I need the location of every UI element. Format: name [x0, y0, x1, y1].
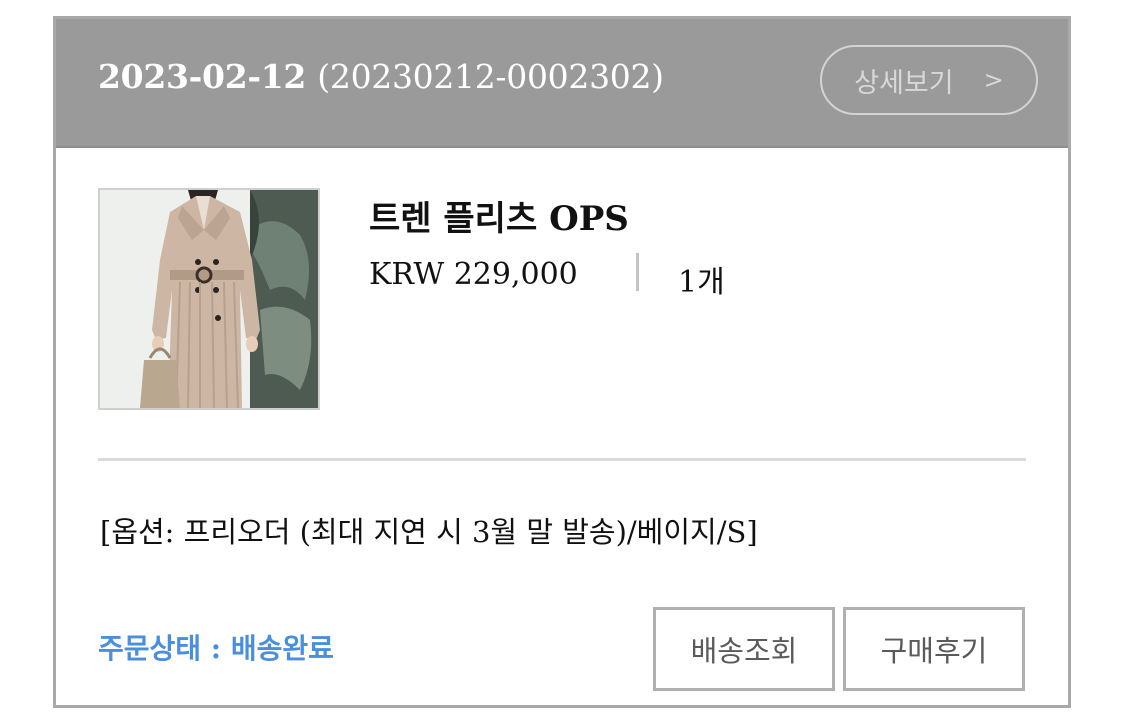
- write-review-button[interactable]: 구매후기: [843, 607, 1025, 691]
- product-quantity: 1개: [678, 265, 725, 300]
- order-date: 2023-02-12: [98, 57, 307, 96]
- order-card: 2023-02-12 (20230212-0002302) 상세보기 > 트렌 …: [53, 16, 1071, 708]
- section-divider: [98, 458, 1026, 461]
- product-thumbnail[interactable]: [98, 188, 320, 410]
- order-status: 주문상태 : 배송완료: [98, 632, 334, 665]
- product-price: KRW 229,000: [369, 257, 578, 292]
- track-delivery-button[interactable]: 배송조회: [653, 607, 835, 691]
- view-details-button[interactable]: 상세보기 >: [820, 45, 1038, 115]
- view-details-label: 상세보기: [854, 67, 954, 99]
- product-name[interactable]: 트렌 플리츠 OPS: [369, 191, 629, 240]
- chevron-right-icon: >: [983, 66, 1004, 94]
- order-date-line: 2023-02-12 (20230212-0002302): [98, 57, 664, 96]
- order-number: (20230212-0002302): [317, 57, 664, 96]
- product-photo-icon: [100, 190, 318, 408]
- order-header: 2023-02-12 (20230212-0002302) 상세보기 >: [56, 19, 1068, 148]
- write-review-label: 구매후기: [880, 634, 988, 668]
- product-options: [옵션: 프리오더 (최대 지연 시 3월 말 발송)/베이지/S]: [100, 515, 758, 549]
- price-quantity-divider: [636, 253, 639, 291]
- track-delivery-label: 배송조회: [690, 634, 798, 668]
